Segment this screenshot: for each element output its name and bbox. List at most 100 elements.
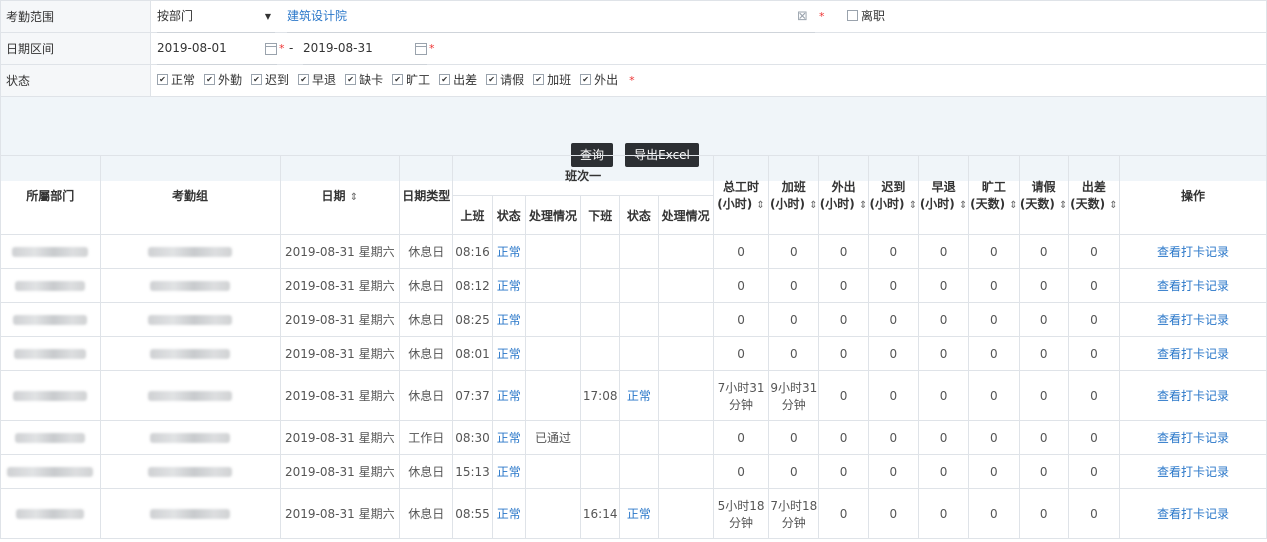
scope-label: 考勤范围 <box>0 0 151 33</box>
off-handling-cell <box>657 370 714 421</box>
date-type-cell: 休息日 <box>399 336 454 371</box>
redacted-text <box>150 433 231 443</box>
col-outing[interactable]: 外出 (小时) ⇕ <box>818 155 869 235</box>
status-checkbox-item[interactable]: ✔ 加班 <box>533 65 571 96</box>
on-handling-cell <box>524 336 582 371</box>
sort-icon[interactable]: ⇕ <box>1109 200 1117 211</box>
absent-cell: 0 <box>968 488 1020 539</box>
on-time-cell: 08:25 <box>452 302 493 337</box>
view-punch-records-link[interactable]: 查看打卡记录 <box>1157 389 1229 403</box>
col-overtime[interactable]: 加班 (小时) ⇕ <box>768 155 820 235</box>
view-punch-records-link[interactable]: 查看打卡记录 <box>1157 245 1229 259</box>
status-checkbox-item[interactable]: ✔ 旷工 <box>392 65 430 96</box>
status-checkbox-item[interactable]: ✔ 外出 <box>580 65 618 96</box>
overtime-cell: 0 <box>768 268 820 303</box>
date-cell: 2019-08-31 星期六 <box>279 454 401 489</box>
view-punch-records-link[interactable]: 查看打卡记录 <box>1157 431 1229 445</box>
view-punch-records-link[interactable]: 查看打卡记录 <box>1157 347 1229 361</box>
col-leave[interactable]: 请假 (天数) ⇕ <box>1018 155 1069 235</box>
ops-cell: 查看打卡记录 <box>1119 488 1267 539</box>
outing-cell: 0 <box>818 302 869 337</box>
dept-cell <box>0 234 101 269</box>
view-punch-records-link[interactable]: 查看打卡记录 <box>1157 507 1229 521</box>
early-cell: 0 <box>917 268 970 303</box>
checked-checkbox-icon[interactable]: ✔ <box>392 74 404 85</box>
late-cell: 0 <box>867 454 919 489</box>
date-type-cell: 休息日 <box>399 234 454 269</box>
org-picker-icon[interactable]: ⊠ <box>797 1 808 32</box>
sort-icon[interactable]: ⇕ <box>859 200 867 211</box>
sort-icon[interactable]: ⇕ <box>350 192 358 203</box>
status-checkbox-item[interactable]: ✔ 出差 <box>439 65 477 96</box>
sort-icon[interactable]: ⇕ <box>959 200 967 211</box>
off-time-cell <box>580 302 621 337</box>
view-punch-records-link[interactable]: 查看打卡记录 <box>1157 313 1229 327</box>
off-time-cell <box>580 234 621 269</box>
status-checkbox-item[interactable]: ✔ 请假 <box>486 65 524 96</box>
off-handling-cell <box>657 302 714 337</box>
col-date[interactable]: 日期 ⇕ <box>279 155 401 235</box>
checked-checkbox-icon[interactable]: ✔ <box>533 74 545 85</box>
off-handling-cell <box>657 268 714 303</box>
sort-icon[interactable]: ⇕ <box>756 200 764 211</box>
overtime-cell: 0 <box>768 302 820 337</box>
caret-down-icon: ▼ <box>264 12 271 21</box>
trip-cell: 0 <box>1067 420 1121 455</box>
group-cell <box>99 336 281 371</box>
calendar-icon[interactable] <box>415 43 427 55</box>
status-checkbox-item[interactable]: ✔ 外勤 <box>204 65 242 96</box>
redacted-text <box>150 509 231 519</box>
checked-checkbox-icon[interactable]: ✔ <box>345 74 357 85</box>
table-row: 2019-08-31 星期六 工作日 08:30 正常 已通过 0 0 0 0 0 0 0 0 查看打卡记… <box>0 420 1267 455</box>
on-handling-cell <box>524 454 582 489</box>
view-punch-records-link[interactable]: 查看打卡记录 <box>1157 279 1229 293</box>
col-trip[interactable]: 出差 (天数) ⇕ <box>1067 155 1121 235</box>
col-early[interactable]: 早退 (小时) ⇕ <box>917 155 970 235</box>
status-checkbox-item[interactable]: ✔ 缺卡 <box>345 65 383 96</box>
date-start-input[interactable]: 2019-08-01 <box>157 33 277 65</box>
status-checkbox-item[interactable]: ✔ 迟到 <box>251 65 289 96</box>
redacted-text <box>148 315 233 325</box>
checked-checkbox-icon[interactable]: ✔ <box>204 74 216 85</box>
status-checkbox-item[interactable]: ✔ 正常 <box>157 65 195 96</box>
attendance-table: 所屬部门 考勤组 日期 ⇕ 日期类型 班次一 总工时 (小时) ⇕ 加班 (小时) … <box>0 155 1267 539</box>
sort-icon[interactable]: ⇕ <box>809 200 817 211</box>
sort-icon[interactable]: ⇕ <box>909 200 917 211</box>
ops-cell: 查看打卡记录 <box>1119 268 1267 303</box>
off-time-cell <box>580 420 621 455</box>
checked-checkbox-icon[interactable]: ✔ <box>157 74 168 85</box>
total-hours-cell: 0 <box>712 336 770 371</box>
checked-checkbox-icon[interactable]: ✔ <box>486 74 498 85</box>
late-cell: 0 <box>867 268 919 303</box>
date-end-input[interactable]: 2019-08-31 <box>303 33 427 65</box>
checked-checkbox-icon[interactable]: ✔ <box>251 74 263 85</box>
date-type-cell: 工作日 <box>399 420 454 455</box>
status-checkbox-item[interactable]: ✔ 早退 <box>298 65 336 96</box>
group-cell <box>99 234 281 269</box>
trip-cell: 0 <box>1067 336 1121 371</box>
col-shift: 班次一 <box>452 155 714 196</box>
col-absent[interactable]: 旷工 (天数) ⇕ <box>968 155 1020 235</box>
dept-cell <box>0 336 101 371</box>
checked-checkbox-icon[interactable]: ✔ <box>439 74 451 85</box>
resigned-checkbox[interactable]: 离职 <box>847 1 885 32</box>
dept-cell <box>0 302 101 337</box>
view-punch-records-link[interactable]: 查看打卡记录 <box>1157 465 1229 479</box>
checked-checkbox-icon[interactable]: ✔ <box>298 74 310 85</box>
off-status-cell <box>619 302 659 337</box>
sort-icon[interactable]: ⇕ <box>1009 200 1017 211</box>
checked-checkbox-icon[interactable]: ✔ <box>580 74 592 85</box>
table-row: 2019-08-31 星期六 休息日 08:55 正常 16:14 正常 5小时18分钟 7小… <box>0 488 1267 539</box>
department-field[interactable]: 建筑设计院 <box>287 1 815 33</box>
calendar-icon[interactable] <box>265 43 277 55</box>
late-cell: 0 <box>867 336 919 371</box>
scope-select[interactable]: 按部门 ▼ <box>157 1 275 33</box>
sort-icon[interactable]: ⇕ <box>1059 200 1067 211</box>
on-status-cell: 正常 <box>491 234 526 269</box>
leave-cell: 0 <box>1018 420 1069 455</box>
col-total-hours[interactable]: 总工时 (小时) ⇕ <box>712 155 770 235</box>
on-handling-cell <box>524 370 582 421</box>
trip-cell: 0 <box>1067 302 1121 337</box>
col-late[interactable]: 迟到 (小时) ⇕ <box>867 155 919 235</box>
off-handling-cell <box>657 420 714 455</box>
